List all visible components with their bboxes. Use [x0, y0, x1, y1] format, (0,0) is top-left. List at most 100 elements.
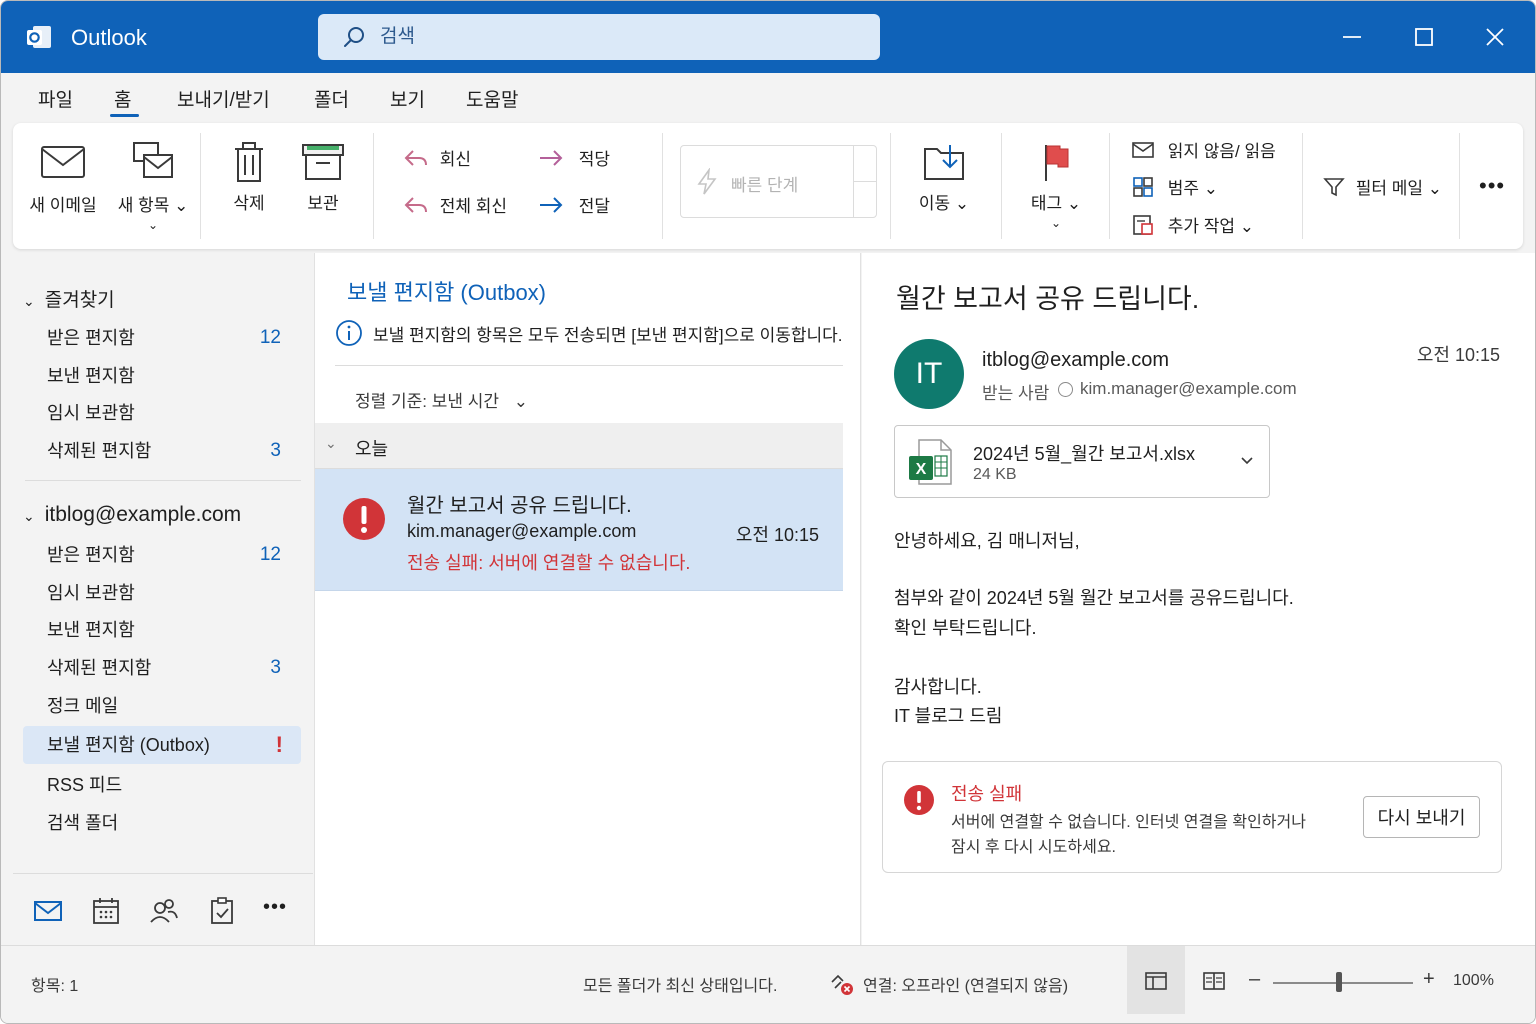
zoom-slider[interactable] [1273, 982, 1413, 984]
categorize-button[interactable]: 범주 ⌄ [1131, 174, 1218, 199]
email-subject: 월간 보고서 공유 드립니다. [896, 284, 1200, 314]
mail-icon[interactable] [33, 896, 63, 926]
normal-view-icon [1145, 972, 1167, 990]
folder-item[interactable]: 임시 보관함 [23, 574, 301, 612]
new-items-icon [133, 142, 173, 178]
archive-button[interactable]: 보관 [295, 141, 351, 214]
item-count: 항목: 1 [31, 978, 79, 995]
tab-folder[interactable]: 폴더 [314, 85, 349, 112]
filter-mail-button[interactable]: 필터 메일 ⌄ [1323, 174, 1442, 199]
zoom-in-button[interactable]: + [1423, 968, 1435, 991]
close-icon[interactable] [1477, 19, 1513, 55]
body-greeting: 안녕하세요, 김 매니저님, [894, 531, 1080, 551]
zoom-slider-thumb[interactable] [1335, 972, 1342, 992]
new-items-button[interactable]: 새 항목 ⌄ ⌄ [115, 141, 191, 232]
zoom-out-button[interactable]: – [1249, 968, 1260, 991]
move-button[interactable]: 이동 ⌄ [913, 141, 975, 214]
more-icon[interactable]: ••• [1479, 173, 1505, 199]
forward-icon [540, 196, 563, 213]
ribbon-separator [373, 133, 374, 239]
nav-divider [25, 480, 301, 481]
chevron-down-icon: ⌄ [23, 293, 35, 309]
folder-item[interactable]: 검색 폴더 [23, 804, 301, 842]
new-email-button[interactable]: 새 이메일 [27, 141, 99, 216]
account-header[interactable]: ⌄ itblog@example.com [23, 503, 241, 527]
folder-item-outbox[interactable]: 보낼 편지함 (Outbox)! [23, 726, 301, 764]
flag-icon [1045, 145, 1069, 181]
more-icon[interactable]: ••• [263, 896, 287, 919]
folder-pane: ⌄ 즐겨찾기 받은 편지함 12 보낸 편지함 임시 보관함 삭제된 편지함 3 ⌄ i… [13, 253, 313, 945]
body-line: 확인 부탁드립니다. [894, 618, 1037, 638]
body-closing: 감사합니다. [894, 677, 982, 697]
avatar[interactable]: IT [894, 339, 964, 409]
tags-label: 태그 ⌄ [1030, 194, 1082, 213]
reply-all-label: 전체 회신 [439, 197, 508, 216]
folder-item[interactable]: 정크 메일 [23, 687, 301, 725]
folder-item[interactable]: 받은 편지함 12 [23, 319, 301, 357]
unread-count: 3 [270, 657, 281, 678]
reply-button[interactable]: 회신 [403, 145, 471, 170]
quick-steps-gallery[interactable]: 빠른 단계 [680, 145, 877, 218]
list-divider [335, 365, 843, 366]
people-icon[interactable] [149, 896, 179, 926]
delete-button[interactable]: 삭제 [221, 141, 277, 214]
reading-view-button[interactable] [1185, 946, 1243, 1014]
reply-all-button[interactable]: 전체 회신 [403, 192, 507, 217]
calendar-icon[interactable] [91, 896, 121, 926]
sender-address[interactable]: itblog@example.com [982, 349, 1169, 372]
message-sender: kim.manager@example.com [407, 521, 637, 541]
delete-label: 삭제 [233, 194, 265, 213]
filter-icon [1323, 177, 1345, 196]
forward-button[interactable]: 전달 [538, 192, 610, 217]
tab-file[interactable]: 파일 [38, 85, 73, 112]
message-row[interactable]: 월간 보고서 공유 드립니다. kim.manager@example.com … [315, 469, 843, 591]
archive-icon [302, 144, 344, 180]
recipient-address[interactable]: kim.manager@example.com [1080, 379, 1297, 399]
ribbon: 새 이메일 새 항목 ⌄ ⌄ 삭제 보관 회신 전체 회신 적당 전달 빠른 단… [13, 123, 1523, 249]
folder-item[interactable]: 삭제된 편지함 3 [23, 432, 301, 470]
tab-send-receive[interactable]: 보내기/받기 [177, 85, 270, 112]
more-actions-icon [1133, 214, 1153, 235]
send-error-banner: 전송 실패 서버에 연결할 수 없습니다. 인터넷 연결을 확인하거나 잠시 후… [882, 761, 1502, 873]
folder-item[interactable]: RSS 피드 [23, 766, 301, 804]
chevron-down-icon: ⌄ [147, 218, 159, 232]
minimize-icon[interactable] [1334, 19, 1370, 55]
tab-view[interactable]: 보기 [390, 85, 425, 112]
favorites-header[interactable]: ⌄ 즐겨찾기 [23, 285, 115, 312]
search-box[interactable] [318, 14, 880, 60]
move-icon [924, 145, 964, 180]
tags-button[interactable]: 태그 ⌄ ⌄ [1025, 141, 1087, 230]
group-header[interactable]: ⌄ 오늘 [315, 423, 843, 469]
tab-help[interactable]: 도움말 [466, 85, 518, 112]
error-message: 서버에 연결할 수 없습니다. 인터넷 연결을 확인하거나 [951, 814, 1306, 831]
active-tab-indicator [110, 114, 139, 117]
attachment-card[interactable]: X 2024년 5월_월간 보고서.xlsx 24 KB [894, 425, 1270, 498]
chevron-down-icon[interactable] [1239, 452, 1255, 468]
folder-item[interactable]: 보낸 편지함 [23, 357, 301, 395]
normal-view-button[interactable] [1127, 946, 1185, 1014]
delete-icon [235, 142, 263, 182]
reading-view-icon [1203, 972, 1225, 990]
folder-item[interactable]: 보낸 편지함 [23, 611, 301, 649]
filter-mail-label: 필터 메일 ⌄ [1355, 179, 1442, 198]
unread-read-button[interactable]: 읽지 않음/ 읽음 [1131, 137, 1276, 162]
categorize-label: 범주 ⌄ [1167, 179, 1218, 198]
mail-icon [41, 146, 85, 178]
folder-item[interactable]: 임시 보관함 [23, 394, 301, 432]
folder-item[interactable]: 삭제된 편지함 3 [23, 649, 301, 687]
maximize-icon[interactable] [1406, 19, 1442, 55]
alert-badge: ! [275, 732, 283, 757]
tab-home[interactable]: 홈 [114, 85, 131, 112]
message-time: 오전 10:15 [735, 525, 819, 545]
folder-title: 보낼 편지함 (Outbox) [347, 280, 547, 305]
folder-item[interactable]: 받은 편지함 12 [23, 536, 301, 574]
attachment-size: 24 KB [973, 466, 1017, 483]
tasks-icon[interactable] [207, 896, 237, 926]
sort-dropdown[interactable]: 정렬 기준: 보낸 시간 ⌄ [355, 387, 528, 412]
search-input[interactable] [380, 22, 860, 52]
reply-right-label: 적당 [578, 150, 611, 169]
more-actions-button[interactable]: 추가 작업 ⌄ [1131, 212, 1254, 237]
ribbon-separator [1109, 133, 1110, 239]
reply-right-button[interactable]: 적당 [538, 145, 610, 170]
resend-button[interactable]: 다시 보내기 [1363, 796, 1480, 838]
